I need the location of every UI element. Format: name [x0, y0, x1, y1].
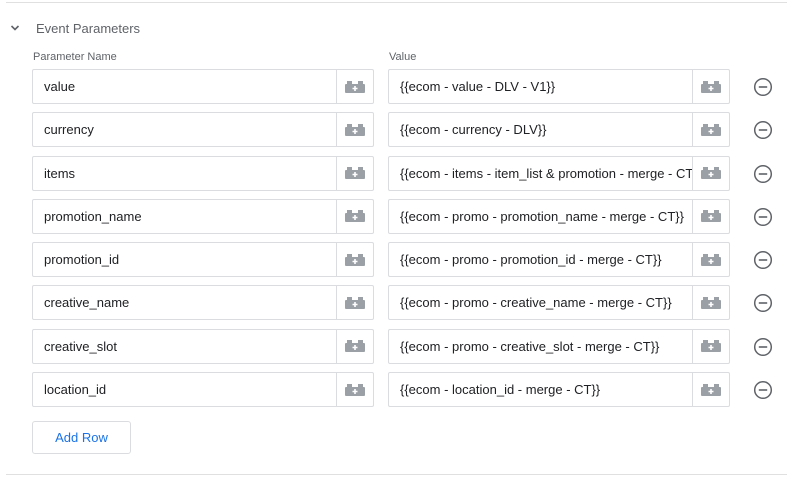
parameter-value-input[interactable]: {{ecom - currency - DLV}}	[388, 112, 730, 148]
variable-picker-icon[interactable]	[336, 329, 373, 363]
parameter-value-text[interactable]: {{ecom - location_id - merge - CT}}	[389, 373, 692, 406]
parameter-row: currency {{ecom - currency - DLV}}	[0, 112, 793, 149]
add-row-button[interactable]: Add Row	[32, 421, 131, 454]
parameter-row: creative_name {{ecom - promo - creative_n…	[0, 285, 793, 322]
variable-picker-icon[interactable]	[336, 286, 373, 320]
parameter-name-input[interactable]: creative_name	[32, 285, 374, 321]
parameter-value-input[interactable]: {{ecom - promo - promotion_id - merge - …	[388, 242, 730, 278]
parameter-name-text[interactable]: location_id	[33, 373, 336, 406]
parameter-value-input[interactable]: {{ecom - value - DLV - V1}}	[388, 69, 730, 104]
remove-circle-icon[interactable]	[753, 77, 773, 97]
parameter-value-text[interactable]: {{ecom - promo - creative_slot - merge -…	[389, 330, 692, 363]
remove-circle-icon[interactable]	[753, 164, 773, 184]
parameter-value-input[interactable]: {{ecom - promo - creative_name - merge -…	[388, 285, 730, 321]
variable-picker-icon[interactable]	[336, 113, 373, 147]
parameter-name-input[interactable]: promotion_name	[32, 198, 374, 234]
parameter-value-text[interactable]: {{ecom - promo - promotion_id - merge - …	[389, 243, 692, 276]
variable-picker-icon[interactable]	[336, 373, 373, 407]
variable-picker-icon[interactable]	[692, 373, 729, 407]
parameter-name-input[interactable]: location_id	[32, 372, 374, 408]
variable-picker-icon[interactable]	[692, 243, 729, 277]
parameter-row: creative_slot {{ecom - promo - creative_s…	[0, 328, 793, 366]
variable-picker-icon[interactable]	[336, 156, 373, 190]
parameter-row: promotion_name {{ecom - promo - promotion…	[0, 198, 793, 236]
remove-circle-icon[interactable]	[753, 337, 773, 357]
bottom-divider	[6, 474, 787, 475]
parameter-row: promotion_id {{ecom - promo - promotion_i…	[0, 242, 793, 279]
parameter-name-text[interactable]: value	[33, 70, 336, 103]
parameter-name-input[interactable]: value	[32, 69, 374, 104]
variable-picker-icon[interactable]	[692, 329, 729, 363]
chevron-down-icon[interactable]	[8, 21, 22, 35]
parameter-name-input[interactable]: items	[32, 155, 374, 191]
parameter-value-text[interactable]: {{ecom - currency - DLV}}	[389, 113, 692, 146]
parameter-name-text[interactable]: creative_name	[33, 286, 336, 319]
parameter-name-input[interactable]: currency	[32, 112, 374, 148]
parameter-name-text[interactable]: items	[33, 157, 336, 190]
variable-picker-icon[interactable]	[336, 199, 373, 233]
parameter-value-input[interactable]: {{ecom - items - item_list & promotion -…	[388, 155, 730, 191]
parameter-value-text[interactable]: {{ecom - items - item_list & promotion -…	[389, 157, 692, 190]
remove-circle-icon[interactable]	[753, 380, 773, 400]
parameter-row: value {{ecom - value - DLV - V1}}	[0, 69, 793, 106]
parameter-name-input[interactable]: creative_slot	[32, 328, 374, 364]
parameter-row: items {{ecom - items - item_list & promot…	[0, 155, 793, 193]
variable-picker-icon[interactable]	[336, 243, 373, 277]
parameter-value-text[interactable]: {{ecom - promo - creative_name - merge -…	[389, 286, 692, 319]
section-header[interactable]: Event Parameters	[8, 18, 140, 38]
parameter-value-input[interactable]: {{ecom - promo - creative_slot - merge -…	[388, 328, 730, 364]
parameter-name-text[interactable]: creative_slot	[33, 330, 336, 363]
variable-picker-icon[interactable]	[692, 113, 729, 147]
top-divider	[6, 2, 787, 3]
parameter-value-input[interactable]: {{ecom - promo - promotion_name - merge …	[388, 198, 730, 234]
variable-picker-icon[interactable]	[692, 70, 729, 103]
remove-circle-icon[interactable]	[753, 120, 773, 140]
variable-picker-icon[interactable]	[336, 70, 373, 103]
variable-picker-icon[interactable]	[692, 286, 729, 320]
parameter-row: location_id {{ecom - location_id - merge …	[0, 372, 793, 409]
variable-picker-icon[interactable]	[692, 156, 729, 190]
variable-picker-icon[interactable]	[692, 199, 729, 233]
remove-circle-icon[interactable]	[753, 250, 773, 270]
parameter-value-text[interactable]: {{ecom - promo - promotion_name - merge …	[389, 200, 692, 233]
column-label-value: Value	[389, 51, 417, 63]
section-title: Event Parameters	[36, 20, 141, 36]
column-label-parameter-name: Parameter Name	[33, 51, 117, 63]
parameter-rows: value {{ecom - value - DLV - V1}} currency…	[0, 69, 793, 415]
remove-circle-icon[interactable]	[753, 293, 773, 313]
parameter-name-text[interactable]: promotion_name	[33, 200, 336, 233]
parameter-name-text[interactable]: promotion_id	[33, 243, 336, 276]
parameter-value-text[interactable]: {{ecom - value - DLV - V1}}	[389, 70, 692, 103]
parameter-name-text[interactable]: currency	[33, 113, 336, 146]
parameter-name-input[interactable]: promotion_id	[32, 242, 374, 278]
remove-circle-icon[interactable]	[753, 207, 773, 227]
parameter-value-input[interactable]: {{ecom - location_id - merge - CT}}	[388, 372, 730, 408]
